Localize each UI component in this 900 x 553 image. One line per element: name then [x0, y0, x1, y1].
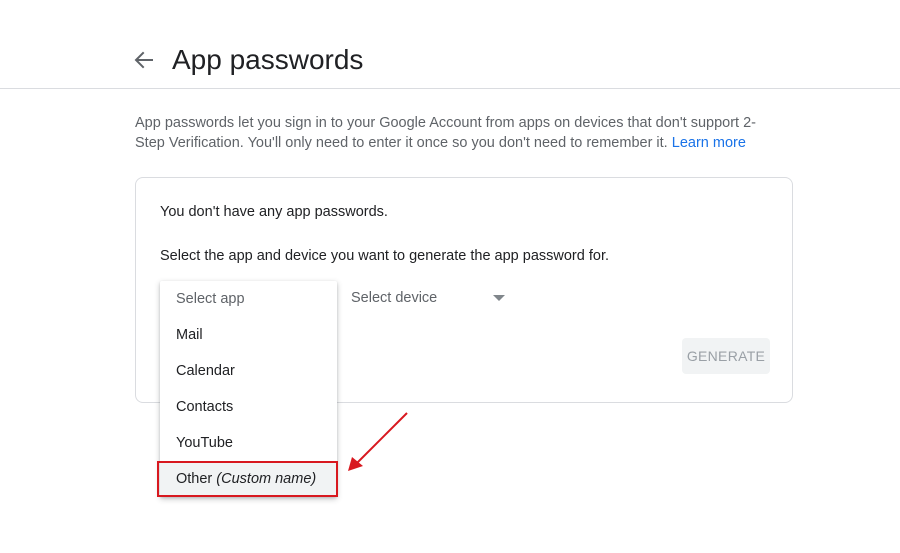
page-header: App passwords [0, 0, 900, 89]
device-select-placeholder: Select device [351, 290, 438, 306]
generate-button[interactable]: GENERATE [682, 338, 770, 374]
instruction-label: Select the app and device you want to ge… [160, 248, 609, 264]
annotation-arrow-icon [348, 412, 408, 471]
app-option-calendar[interactable]: Calendar [160, 353, 337, 389]
page-title: App passwords [172, 44, 364, 75]
empty-message: You don't have any app passwords. [160, 204, 388, 220]
app-option-contacts[interactable]: Contacts [160, 389, 337, 425]
learn-more-link[interactable]: Learn more [672, 135, 746, 151]
app-option-other-label: Other [176, 471, 213, 487]
app-option-placeholder[interactable]: Select app [160, 281, 337, 317]
app-option-other-suffix: (Custom name) [216, 471, 317, 487]
arrow-left-icon [134, 51, 153, 69]
device-select[interactable]: Select device [343, 286, 511, 314]
caret-down-icon [493, 295, 505, 301]
app-select-dropdown: Select app Mail Calendar Contacts YouTub… [160, 281, 337, 497]
app-option-youtube[interactable]: YouTube [160, 425, 337, 461]
app-option-mail[interactable]: Mail [160, 317, 337, 353]
app-option-other[interactable]: Other (Custom name) [160, 461, 337, 497]
back-button[interactable] [130, 46, 158, 74]
intro-text: App passwords let you sign in to your Go… [135, 115, 756, 151]
intro-paragraph: App passwords let you sign in to your Go… [135, 113, 775, 153]
